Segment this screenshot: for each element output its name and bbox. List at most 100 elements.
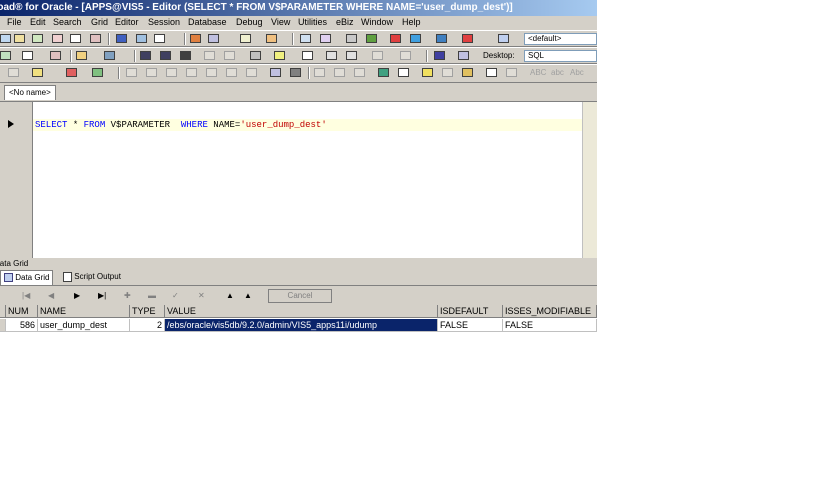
menu-view[interactable]: View xyxy=(271,17,290,27)
uncomment-disabled-icon[interactable] xyxy=(226,68,237,77)
commit-grid-icon[interactable]: ▲ xyxy=(226,291,234,300)
insert-record-icon[interactable]: ✚ xyxy=(124,291,131,300)
sql-editor[interactable]: SELECT * FROM V$PARAMETER WHERE NAME='us… xyxy=(0,101,597,258)
menu-file[interactable]: File xyxy=(7,17,22,27)
last-record-icon[interactable]: ▶| xyxy=(98,291,106,300)
outdent-disabled-icon[interactable] xyxy=(186,68,197,77)
editor-icon[interactable] xyxy=(52,34,63,43)
menu-ebiz[interactable]: eBiz xyxy=(336,17,354,27)
desktop-combo[interactable]: SQL xyxy=(524,50,597,62)
new-doc-icon[interactable] xyxy=(398,68,409,77)
tab-script-output[interactable]: Script Output xyxy=(60,270,124,284)
diamond-icon[interactable] xyxy=(116,34,127,43)
menu-database[interactable]: Database xyxy=(188,17,227,27)
data-grid[interactable]: NUM NAME TYPE VALUE ISDEFAULT ISSES_MODI… xyxy=(0,305,597,333)
step-icon[interactable] xyxy=(92,68,103,77)
cell-type[interactable]: 2 xyxy=(130,319,165,332)
trash-icon[interactable] xyxy=(290,68,301,77)
paste-disabled-icon[interactable] xyxy=(224,51,235,60)
menu-utilities[interactable]: Utilities xyxy=(298,17,327,27)
tab-no-name[interactable]: <No name> xyxy=(4,85,56,100)
bracket-disabled-icon[interactable] xyxy=(146,68,157,77)
play-icon[interactable] xyxy=(434,51,445,60)
bug-icon[interactable] xyxy=(366,34,377,43)
cancel-edit-icon[interactable]: ✕ xyxy=(198,291,205,300)
schema-browser-icon[interactable] xyxy=(32,34,43,43)
gear-icon[interactable] xyxy=(346,34,357,43)
monitor-icon[interactable] xyxy=(136,34,147,43)
menu-search[interactable]: Search xyxy=(53,17,82,27)
sql-tools-icon[interactable] xyxy=(326,51,337,60)
open-file-icon[interactable] xyxy=(76,51,87,60)
cell-isses-modifiable[interactable]: FALSE xyxy=(503,319,597,332)
delete-record-icon[interactable]: ▬ xyxy=(148,291,156,300)
import-icon[interactable] xyxy=(320,34,331,43)
undo-icon[interactable] xyxy=(486,68,497,77)
menu-editor[interactable]: Editor xyxy=(115,17,139,27)
explain-icon[interactable] xyxy=(270,68,281,77)
clipboard-icon[interactable] xyxy=(240,34,251,43)
menu-session[interactable]: Session xyxy=(148,17,180,27)
new-connection-icon[interactable] xyxy=(14,34,25,43)
forward-disabled-icon[interactable] xyxy=(400,51,411,60)
clear-icon[interactable] xyxy=(50,51,61,60)
post-edit-icon[interactable]: ✓ xyxy=(172,291,179,300)
cut-disabled-icon[interactable] xyxy=(314,68,325,77)
undo-disabled-icon[interactable] xyxy=(126,68,137,77)
up-arrow-icon[interactable] xyxy=(410,34,421,43)
menu-debug[interactable]: Debug xyxy=(236,17,263,27)
cut-icon[interactable] xyxy=(66,68,77,77)
run-script-icon[interactable] xyxy=(0,51,11,60)
query-builder-icon[interactable] xyxy=(346,51,357,60)
sql-editor-icon[interactable] xyxy=(22,51,33,60)
replace-icon[interactable] xyxy=(462,68,473,77)
desktop-icon[interactable] xyxy=(458,51,469,60)
export-icon[interactable] xyxy=(300,34,311,43)
tools-icon[interactable] xyxy=(266,34,277,43)
first-record-icon[interactable]: |◀ xyxy=(22,291,30,300)
sql-icon[interactable] xyxy=(70,34,81,43)
grid-view-icon[interactable] xyxy=(154,34,165,43)
cell-num[interactable]: 586 xyxy=(6,319,38,332)
save-all-icon[interactable] xyxy=(160,51,171,60)
col-header-num[interactable]: NUM xyxy=(6,305,38,318)
highlight-icon[interactable] xyxy=(422,68,433,77)
print-preview-icon[interactable] xyxy=(180,51,191,60)
back-disabled-icon[interactable] xyxy=(372,51,383,60)
schema-combo[interactable]: <default> xyxy=(524,33,597,45)
sql-line[interactable]: SELECT * FROM V$PARAMETER WHERE NAME='us… xyxy=(33,119,597,131)
notepad-icon[interactable] xyxy=(378,68,389,77)
window-icon[interactable] xyxy=(90,34,101,43)
menu-window[interactable]: Window xyxy=(361,17,393,27)
prior-record-icon[interactable]: ◀ xyxy=(48,291,54,300)
connect-icon[interactable] xyxy=(0,34,11,43)
redo-disabled-icon[interactable] xyxy=(506,68,517,77)
save-icon[interactable] xyxy=(104,51,115,60)
refresh-disabled-icon[interactable] xyxy=(8,68,19,77)
menu-grid[interactable]: Grid xyxy=(91,17,108,27)
paste2-disabled-icon[interactable] xyxy=(354,68,365,77)
col-header-isdefault[interactable]: ISDEFAULT xyxy=(438,305,503,318)
copy-disabled-icon[interactable] xyxy=(204,51,215,60)
pen-icon[interactable] xyxy=(190,34,201,43)
col-header-isses-modifiable[interactable]: ISSES_MODIFIABLE xyxy=(503,305,597,318)
editor-vertical-scrollbar[interactable] xyxy=(582,102,597,258)
execute-icon[interactable] xyxy=(32,68,43,77)
copy2-disabled-icon[interactable] xyxy=(334,68,345,77)
cell-value[interactable]: /ebs/oracle/vis5db/9.2.0/admin/VIS5_apps… xyxy=(165,319,438,332)
bookmark-disabled-icon[interactable] xyxy=(246,68,257,77)
layout-icon[interactable] xyxy=(302,51,313,60)
commit-icon[interactable] xyxy=(436,34,447,43)
search-icon[interactable] xyxy=(208,34,219,43)
initcap-disabled-icon[interactable]: Abc xyxy=(570,68,584,77)
cell-name[interactable]: user_dump_dest xyxy=(38,319,130,332)
uppercase-disabled-icon[interactable]: ABC xyxy=(530,68,546,77)
menu-help[interactable]: Help xyxy=(402,17,421,27)
col-header-type[interactable]: TYPE xyxy=(130,305,165,318)
rollback-grid-icon[interactable]: ▲ xyxy=(244,291,252,300)
indent-disabled-icon[interactable] xyxy=(166,68,177,77)
lowercase-disabled-icon[interactable]: abc xyxy=(551,68,564,77)
col-header-name[interactable]: NAME xyxy=(38,305,130,318)
down-arrow-icon[interactable] xyxy=(390,34,401,43)
save-file-icon[interactable] xyxy=(140,51,151,60)
